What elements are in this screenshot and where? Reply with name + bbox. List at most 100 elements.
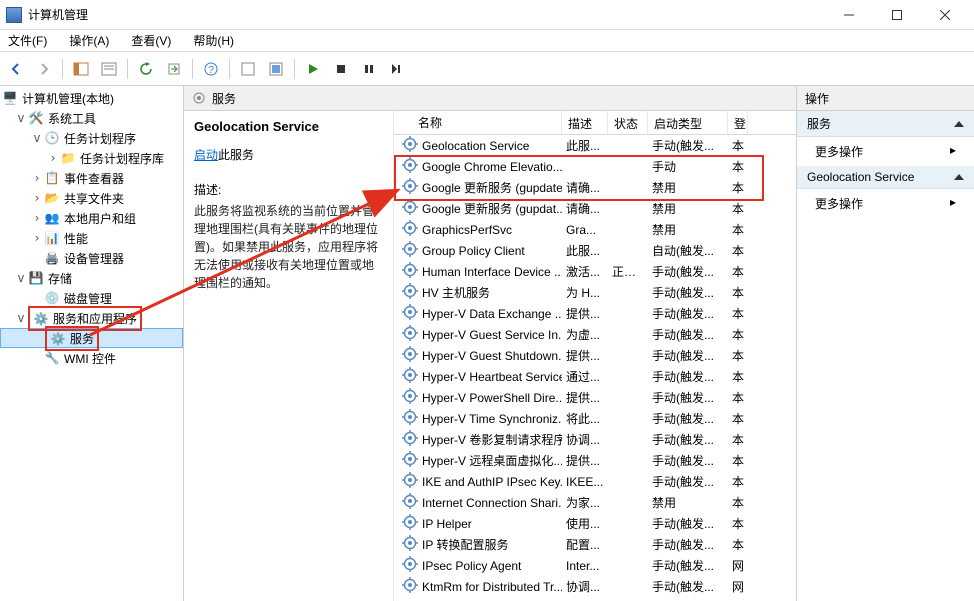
tree-pane[interactable]: 🖥️计算机管理(本地) v🛠️系统工具 v🕒任务计划程序 ›📁任务计划程序库 ›…	[0, 86, 184, 601]
service-name: IP Helper	[422, 517, 472, 531]
gear-icon	[398, 493, 418, 512]
gear-icon	[398, 451, 418, 470]
service-row[interactable]: Hyper-V Guest Shutdown...提供...手动(触发...本	[394, 345, 796, 366]
tree-storage[interactable]: v💾存储	[0, 268, 183, 288]
services-list[interactable]: 名称 描述 状态 启动类型 登 Geolocation Service此服...…	[394, 111, 796, 601]
minimize-button[interactable]	[826, 0, 872, 30]
service-name: Hyper-V Guest Shutdown...	[422, 349, 562, 363]
tree-device-manager[interactable]: 🖨️设备管理器	[0, 248, 183, 268]
col-start[interactable]: 启动类型	[648, 111, 728, 134]
service-desc: 请确...	[562, 200, 608, 217]
service-row[interactable]: Internet Connection Shari...为家...禁用本	[394, 492, 796, 513]
service-row[interactable]: IPsec Policy AgentInter...手动(触发...网	[394, 555, 796, 576]
service-row[interactable]: Hyper-V Time Synchroniz...将此...手动(触发...本	[394, 408, 796, 429]
tree-performance[interactable]: ›📊性能	[0, 228, 183, 248]
actions-section-services[interactable]: 服务	[797, 111, 974, 137]
service-row[interactable]: Hyper-V 远程桌面虚拟化...提供...手动(触发...本	[394, 450, 796, 471]
service-row[interactable]: HV 主机服务为 H...手动(触发...本	[394, 282, 796, 303]
storage-icon: 💾	[28, 270, 44, 286]
service-desc: 为 H...	[562, 284, 608, 301]
col-status[interactable]: 状态	[608, 111, 648, 134]
export-button[interactable]	[162, 57, 186, 81]
service-row[interactable]: Human Interface Device ...激活...正在...手动(触…	[394, 261, 796, 282]
svg-text:?: ?	[208, 65, 214, 76]
service-row[interactable]: IP Helper使用...手动(触发...本	[394, 513, 796, 534]
service-acct: 本	[728, 200, 748, 217]
desc-text: 此服务将监视系统的当前位置并管理地理围栏(具有关联事件的地理位置)。如果禁用此服…	[194, 202, 383, 292]
tree-root[interactable]: 🖥️计算机管理(本地)	[0, 88, 183, 108]
list-header[interactable]: 名称 描述 状态 启动类型 登	[394, 111, 796, 135]
menu-help[interactable]: 帮助(H)	[189, 30, 238, 51]
col-desc[interactable]: 描述	[562, 111, 608, 134]
tree-services[interactable]: ⚙️服务	[0, 328, 183, 348]
menu-view[interactable]: 查看(V)	[127, 30, 175, 51]
service-row[interactable]: Google Chrome Elevatio...手动本	[394, 156, 796, 177]
more-actions-1[interactable]: 更多操作▸	[797, 137, 974, 166]
menu-file[interactable]: 文件(F)	[4, 30, 51, 51]
toolbar-btn-b[interactable]	[264, 57, 288, 81]
service-row[interactable]: GraphicsPerfSvcGra...禁用本	[394, 219, 796, 240]
gear-icon	[398, 241, 418, 260]
service-start: 手动(触发...	[648, 389, 728, 406]
service-row[interactable]: Group Policy Client此服...自动(触发...本	[394, 240, 796, 261]
actions-section-service[interactable]: Geolocation Service	[797, 166, 974, 189]
service-name: Google 更新服务 (gupdate)	[422, 179, 562, 196]
service-row[interactable]: Hyper-V PowerShell Dire...提供...手动(触发...本	[394, 387, 796, 408]
tree-shared-folders[interactable]: ›📂共享文件夹	[0, 188, 183, 208]
gear-icon	[398, 388, 418, 407]
col-acct[interactable]: 登	[728, 111, 748, 134]
tree-local-users[interactable]: ›👥本地用户和组	[0, 208, 183, 228]
service-row[interactable]: IKE and AuthIP IPsec Key...IKEE...手动(触发.…	[394, 471, 796, 492]
service-desc: 此服...	[562, 242, 608, 259]
service-row[interactable]: Hyper-V Heartbeat Service通过...手动(触发...本	[394, 366, 796, 387]
disk-icon: 💿	[44, 290, 60, 306]
gear-icon	[398, 262, 418, 281]
maximize-button[interactable]	[874, 0, 920, 30]
titlebar: 计算机管理	[0, 0, 974, 30]
close-button[interactable]	[922, 0, 968, 30]
play-button[interactable]	[301, 57, 325, 81]
tree-wmi[interactable]: 🔧WMI 控件	[0, 348, 183, 368]
col-name[interactable]: 名称	[394, 111, 562, 134]
service-start: 手动(触发...	[648, 578, 728, 595]
refresh-button[interactable]	[134, 57, 158, 81]
show-hide-button[interactable]	[69, 57, 93, 81]
service-start: 自动(触发...	[648, 242, 728, 259]
window-title: 计算机管理	[28, 6, 826, 23]
menu-action[interactable]: 操作(A)	[65, 30, 113, 51]
toolbar-btn-a[interactable]	[236, 57, 260, 81]
gear-icon	[398, 220, 418, 239]
tree-system-tools[interactable]: v🛠️系统工具	[0, 108, 183, 128]
service-name: IPsec Policy Agent	[422, 559, 521, 573]
service-name: GraphicsPerfSvc	[422, 223, 512, 237]
service-row[interactable]: Geolocation Service此服...手动(触发...本	[394, 135, 796, 156]
back-button[interactable]	[4, 57, 28, 81]
restart-button[interactable]	[385, 57, 409, 81]
pause-button[interactable]	[357, 57, 381, 81]
service-row[interactable]: Google 更新服务 (gupdate)请确...禁用本	[394, 177, 796, 198]
tree-task-scheduler[interactable]: v🕒任务计划程序	[0, 128, 183, 148]
service-acct: 本	[728, 410, 748, 427]
tree-event-viewer[interactable]: ›📋事件查看器	[0, 168, 183, 188]
gear-icon	[398, 283, 418, 302]
gear-icon	[398, 346, 418, 365]
tree-task-scheduler-lib[interactable]: ›📁任务计划程序库	[0, 148, 183, 168]
tools-icon: 🛠️	[28, 110, 44, 126]
help-button[interactable]: ?	[199, 57, 223, 81]
service-row[interactable]: Hyper-V Guest Service In...为虚...手动(触发...…	[394, 324, 796, 345]
stop-button[interactable]	[329, 57, 353, 81]
service-start: 手动(触发...	[648, 137, 728, 154]
forward-button[interactable]	[32, 57, 56, 81]
properties-button[interactable]	[97, 57, 121, 81]
more-actions-2[interactable]: 更多操作▸	[797, 189, 974, 218]
actions-title: 操作	[797, 86, 974, 111]
service-row[interactable]: KtmRm for Distributed Tr...协调...手动(触发...…	[394, 576, 796, 597]
service-start: 手动(触发...	[648, 536, 728, 553]
service-row[interactable]: Google 更新服务 (gupdat...请确...禁用本	[394, 198, 796, 219]
service-row[interactable]: Hyper-V Data Exchange ...提供...手动(触发...本	[394, 303, 796, 324]
service-row[interactable]: Hyper-V 卷影复制请求程序协调...手动(触发...本	[394, 429, 796, 450]
service-row[interactable]: IP 转换配置服务配置...手动(触发...本	[394, 534, 796, 555]
start-service-link[interactable]: 启动	[194, 148, 218, 162]
service-name: Group Policy Client	[422, 244, 525, 258]
service-desc: 提供...	[562, 305, 608, 322]
